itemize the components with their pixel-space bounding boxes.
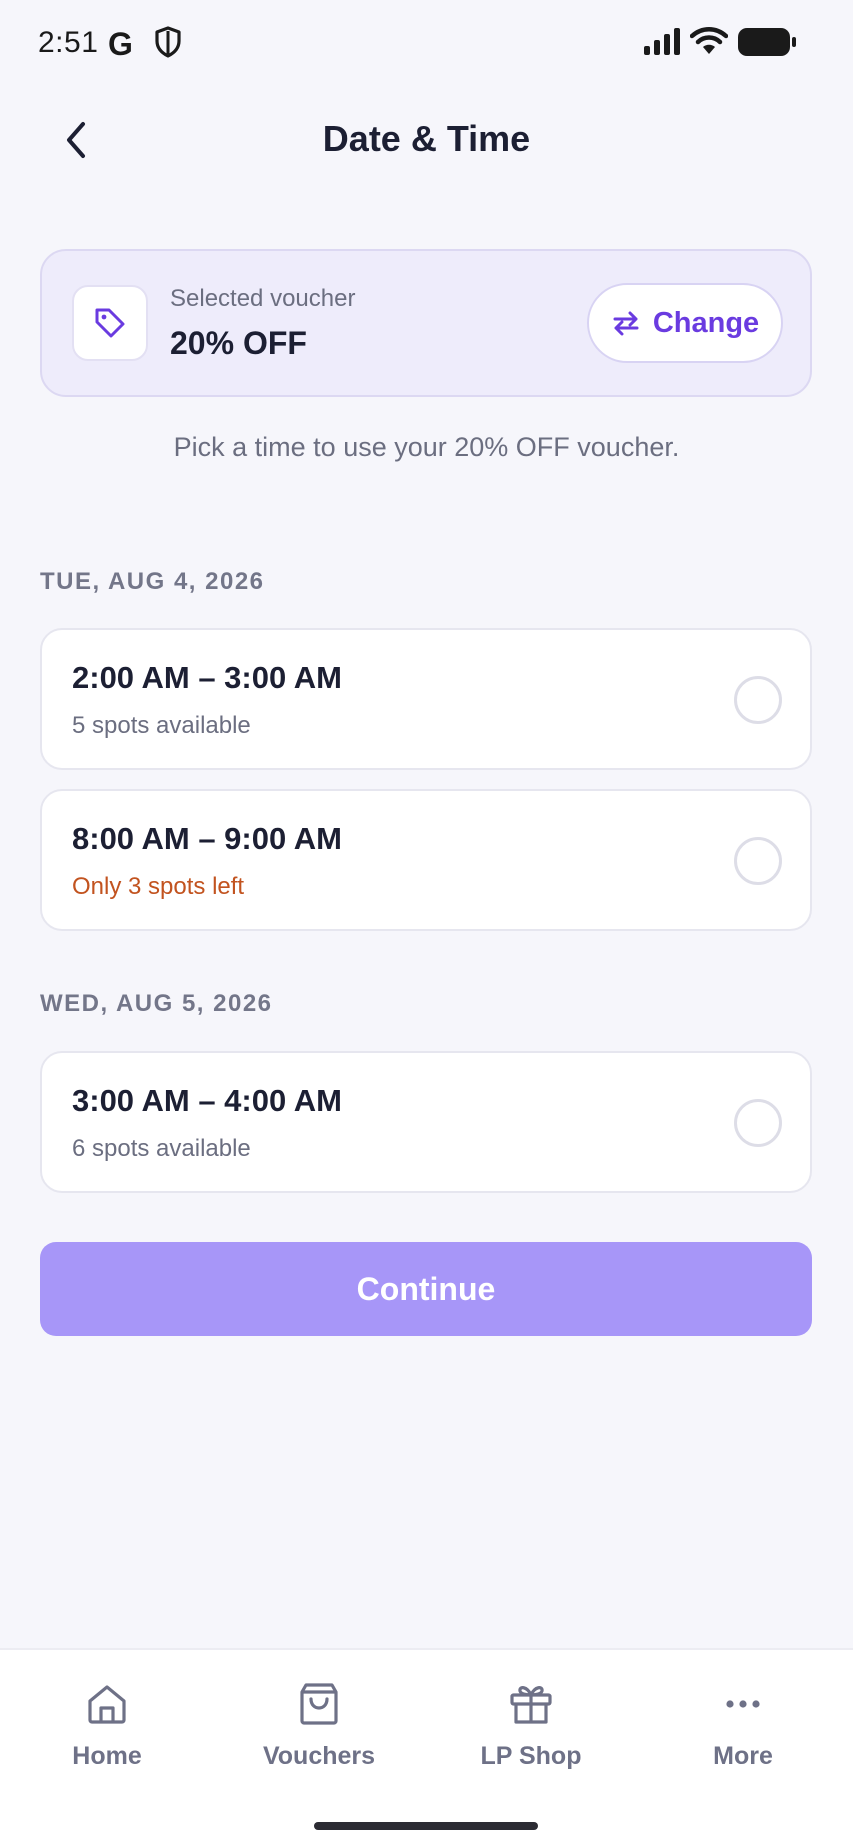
- helper-text: Pick a time to use your 20% OFF voucher.: [173, 432, 680, 462]
- voucher-value: 20% OFF: [170, 325, 307, 361]
- nav-label: LP Shop: [480, 1742, 582, 1770]
- slot-radio[interactable]: [734, 837, 782, 885]
- nav-label: Home: [72, 1742, 142, 1770]
- slot-availability: 5 spots available: [72, 712, 251, 739]
- gift-icon: [510, 1686, 552, 1724]
- nav-item-home[interactable]: Home: [7, 1680, 207, 1790]
- tag-icon: [95, 308, 125, 338]
- home-indicator: [314, 1822, 538, 1830]
- wifi-icon: [690, 27, 728, 54]
- shield-icon: [155, 26, 181, 58]
- page-title: Date & Time: [322, 118, 531, 159]
- status-bar: 2:51 G: [0, 0, 853, 88]
- slot-availability: Only 3 spots left: [72, 873, 245, 900]
- continue-label: Continue: [356, 1270, 496, 1307]
- change-voucher-button[interactable]: Change: [587, 283, 783, 363]
- slot-time: 2:00 AM – 3:00 AM: [72, 660, 342, 695]
- time-slot-card[interactable]: 2:00 AM – 3:00 AM 5 spots available: [40, 628, 812, 770]
- status-time: 2:51: [38, 26, 99, 59]
- continue-button[interactable]: Continue: [40, 1242, 812, 1336]
- day-header: WED, AUG 5, 2026: [40, 990, 273, 1017]
- signal-icon: [644, 28, 680, 55]
- nav-label: Vouchers: [262, 1742, 376, 1770]
- swap-icon: [613, 311, 639, 336]
- nav-item-more[interactable]: More: [643, 1680, 843, 1790]
- voucher-icon-box: [72, 285, 148, 361]
- google-icon: G: [108, 26, 133, 62]
- battery-icon: [738, 28, 796, 56]
- change-label: Change: [652, 306, 760, 339]
- date-time-screen: 2:51 G Date & Time Selected voucher 20% …: [0, 0, 853, 1844]
- nav-item-vouchers[interactable]: Vouchers: [219, 1680, 419, 1790]
- slot-time: 8:00 AM – 9:00 AM: [72, 821, 342, 856]
- nav-item-lp-shop[interactable]: LP Shop: [431, 1680, 631, 1790]
- more-dots-icon: [726, 1700, 760, 1708]
- selected-voucher-card: Selected voucher 20% OFF Change: [40, 249, 812, 397]
- time-slot-card[interactable]: 3:00 AM – 4:00 AM 6 spots available: [40, 1051, 812, 1193]
- voucher-label: Selected voucher: [170, 285, 356, 312]
- nav-label: More: [713, 1742, 773, 1770]
- slot-availability: 6 spots available: [72, 1135, 251, 1162]
- bottom-nav: Home Vouchers LP Shop More: [0, 1648, 853, 1844]
- time-slot-card[interactable]: 8:00 AM – 9:00 AM Only 3 spots left: [40, 789, 812, 931]
- day-header: TUE, AUG 4, 2026: [40, 568, 265, 595]
- slot-time: 3:00 AM – 4:00 AM: [72, 1083, 342, 1118]
- slot-radio[interactable]: [734, 676, 782, 724]
- slot-radio[interactable]: [734, 1099, 782, 1147]
- home-icon: [88, 1685, 126, 1724]
- shopping-bag-icon: [300, 1683, 338, 1725]
